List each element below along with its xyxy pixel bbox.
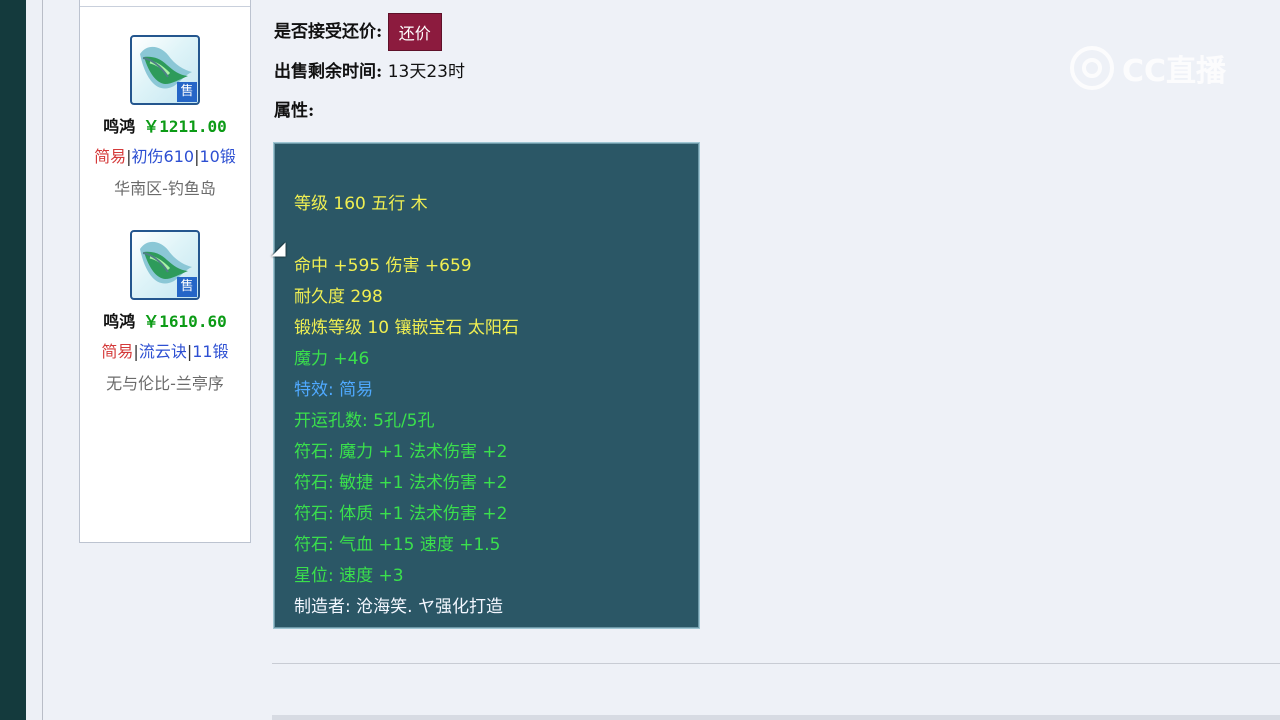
item-name[interactable]: 鸣鸿	[103, 312, 135, 331]
remaining-time-value: 13天23时	[387, 62, 465, 82]
attribute-line: 锻炼等级 10 镶嵌宝石 太阳石	[294, 318, 519, 338]
item-server: 无与伦比-兰亭序	[106, 374, 224, 393]
counter-offer-row: 是否接受还价: 还价	[274, 13, 442, 51]
watermark-text: CC直播	[1122, 54, 1227, 89]
attribute-line: 符石: 气血 +15 速度 +1.5	[294, 535, 501, 555]
remaining-time-label: 出售剩余时间:	[274, 62, 383, 82]
sidebar-divider	[80, 6, 250, 7]
item-tags: 简易|流云诀|11锻	[80, 338, 250, 362]
attribute-line: 星位: 速度 +3	[294, 566, 404, 586]
attributes-label: 属性:	[274, 101, 315, 121]
item-tag-skill[interactable]: 流云诀	[139, 342, 187, 361]
sale-badge: 售	[177, 82, 197, 102]
attribute-line: 符石: 敏捷 +1 法术伤害 +2	[294, 473, 508, 493]
attribute-line: 特效: 简易	[294, 380, 374, 400]
cc-logo-icon	[1070, 46, 1114, 90]
sale-badge: 售	[177, 277, 197, 297]
counter-offer-button[interactable]: 还价	[387, 13, 442, 51]
attribute-line: 开运孔数: 5孔/5孔	[294, 411, 435, 431]
section-divider	[272, 715, 1280, 720]
left-edge-bar	[0, 0, 26, 720]
attribute-line: 符石: 体质 +1 法术伤害 +2	[294, 504, 508, 524]
item-card[interactable]: 售 鸣鸿 ￥1610.60 简易|流云诀|11锻 无与伦比-兰亭序	[80, 230, 250, 394]
section-divider	[272, 663, 1280, 664]
item-server: 华南区-钓鱼岛	[114, 179, 216, 198]
item-tag-forge[interactable]: 11锻	[192, 342, 228, 361]
item-tag-effect[interactable]: 简易	[94, 147, 126, 166]
attribute-line: 魔力 +46	[294, 349, 370, 369]
item-price[interactable]: ￥1211.00	[143, 117, 226, 136]
attributes-heading: 属性:	[274, 96, 314, 121]
attributes-panel: 等级 160 五行 木 命中 +595 伤害 +659 耐久度 298 锻炼等级…	[273, 142, 700, 629]
left-gutter	[26, 0, 43, 720]
item-name[interactable]: 鸣鸿	[103, 117, 135, 136]
cc-live-watermark: CC直播	[1070, 42, 1240, 94]
item-tag-damage[interactable]: 初伤610	[132, 147, 195, 166]
item-card[interactable]: 售 鸣鸿 ￥1211.00 简易|初伤610|10锻 华南区-钓鱼岛	[80, 35, 250, 199]
attribute-line: 命中 +595 伤害 +659	[294, 256, 472, 276]
weapon-icon[interactable]: 售	[130, 230, 200, 300]
item-tag-forge[interactable]: 10锻	[199, 147, 235, 166]
item-tag-effect[interactable]: 简易	[101, 342, 133, 361]
accept-counter-label: 是否接受还价:	[274, 22, 383, 42]
attribute-line: 符石: 魔力 +1 法术伤害 +2	[294, 442, 508, 462]
item-name-price[interactable]: 鸣鸿 ￥1211.00	[80, 113, 250, 137]
attribute-line: 制造者: 沧海笑. ヤ强化打造	[294, 597, 503, 617]
attribute-line: 等级 160 五行 木	[294, 194, 428, 214]
remaining-time-row: 出售剩余时间: 13天23时	[274, 57, 465, 82]
related-items-sidebar: 售 鸣鸿 ￥1211.00 简易|初伤610|10锻 华南区-钓鱼岛 售 鸣鸿 ￥1…	[79, 0, 251, 543]
item-name-price[interactable]: 鸣鸿 ￥1610.60	[80, 308, 250, 332]
weapon-icon[interactable]: 售	[130, 35, 200, 105]
attribute-line: 耐久度 298	[294, 287, 383, 307]
item-price[interactable]: ￥1610.60	[143, 312, 226, 331]
item-tags: 简易|初伤610|10锻	[80, 143, 250, 167]
